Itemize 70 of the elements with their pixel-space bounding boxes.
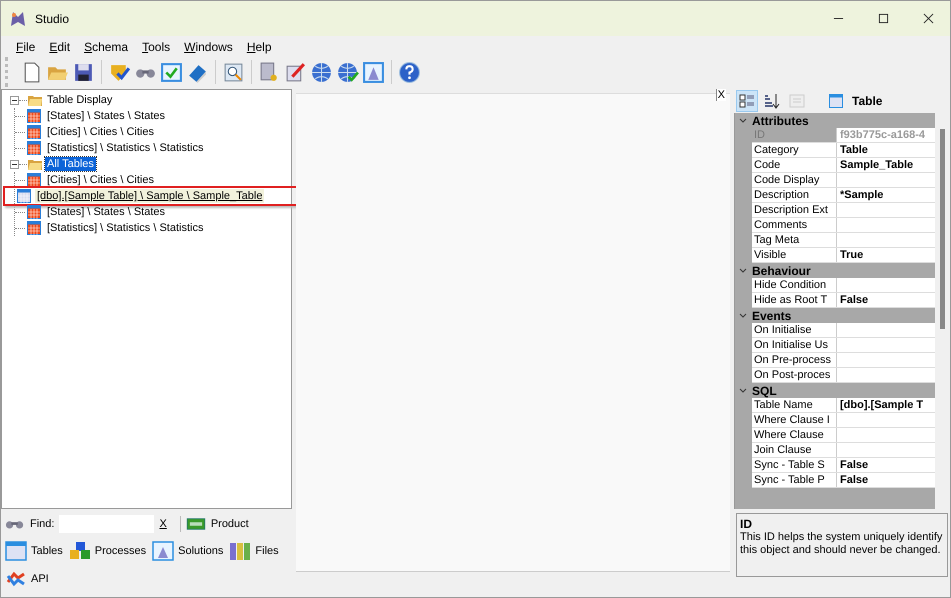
property-name[interactable]: Sync - Table P [752, 473, 837, 487]
property-value[interactable]: [dbo].[Sample T [837, 398, 935, 412]
menu-item[interactable]: Tools [135, 40, 178, 54]
find-label: Find: [30, 518, 54, 530]
property-name[interactable]: Visible [752, 248, 837, 262]
product-icon [186, 517, 206, 531]
collapse-toggle[interactable] [10, 96, 19, 104]
chevron-icon[interactable] [738, 116, 748, 126]
clear-button[interactable]: X [159, 518, 167, 530]
table-icon [5, 541, 27, 561]
nav-link[interactable]: Tables [31, 545, 63, 557]
menu-item[interactable]: File [9, 40, 42, 54]
nav-link[interactable]: Files [255, 545, 279, 557]
window-title: Studio [35, 12, 70, 26]
property-value[interactable]: False [837, 473, 935, 487]
checkbox-window-icon[interactable] [160, 60, 183, 84]
property-value[interactable]: Table [837, 143, 935, 157]
category-header: Behaviour [752, 264, 811, 278]
cubes-icon [68, 541, 91, 561]
menu-item[interactable]: Edit [42, 40, 78, 54]
categorized-view-button[interactable] [736, 90, 758, 112]
object-type-label: Table [852, 94, 882, 108]
property-name[interactable]: Hide as Root T [752, 293, 837, 307]
property-name[interactable]: Table Name [752, 398, 837, 412]
property-value[interactable]: Sample_Table [837, 158, 935, 172]
tree-item[interactable]: Table Display [45, 93, 114, 107]
tree-item[interactable]: [Cities] \ Cities \ Cities [45, 125, 156, 139]
help-icon[interactable] [398, 60, 421, 84]
tree-item[interactable]: [Statistics] \ Statistics \ Statistics [45, 221, 206, 235]
magnifier-document-icon[interactable] [222, 60, 245, 84]
pencil-document-icon[interactable] [284, 60, 307, 84]
product-link[interactable]: Product [210, 518, 249, 530]
help-text: This ID helps the system uniquely identify this object and should never be changed. [740, 531, 944, 557]
tree-item[interactable]: [Cities] \ Cities \ Cities [45, 173, 156, 187]
chevron-icon[interactable] [738, 266, 748, 276]
scrollbar-thumb[interactable] [940, 129, 945, 329]
globe-check-icon[interactable] [336, 60, 359, 84]
nav-link[interactable]: Solutions [178, 545, 224, 557]
globe-icon[interactable] [310, 60, 333, 84]
property-value[interactable]: True [837, 248, 935, 262]
close-button[interactable]: X [716, 89, 726, 101]
tree-item[interactable]: [States] \ States \ States [45, 205, 168, 219]
chevron-icon[interactable] [738, 310, 748, 320]
tree-item[interactable]: [States] \ States \ States [45, 109, 168, 123]
table-icon [829, 94, 843, 108]
menu-item[interactable]: Help [240, 40, 278, 54]
property-name[interactable]: Sync - Table S [752, 458, 837, 472]
menu-item[interactable]: Schema [77, 40, 136, 54]
tree-item[interactable]: [dbo].[Sample Table] \ Sample \ Sample_Table [35, 189, 264, 203]
property-name[interactable]: Description [752, 188, 837, 202]
app-logo-icon [10, 10, 26, 26]
tree-item[interactable]: All Tables [45, 157, 96, 171]
chevron-icon[interactable] [738, 386, 748, 396]
property-name[interactable]: Category [752, 143, 837, 157]
menu-item[interactable]: Windows [177, 40, 240, 54]
property-name[interactable]: Code [752, 158, 837, 172]
property-value[interactable]: *Sample [837, 188, 935, 202]
property-value[interactable]: False [837, 293, 935, 307]
collapse-toggle[interactable] [10, 160, 19, 168]
maximize-icon[interactable] [878, 13, 889, 24]
nav-link[interactable]: Processes [94, 545, 146, 557]
property-value[interactable]: False [837, 458, 935, 472]
nav-link[interactable]: API [31, 573, 49, 585]
category-header: Events [752, 308, 792, 322]
binders-icon [229, 541, 252, 561]
category-header: SQL [752, 384, 777, 398]
tree-item[interactable]: [Statistics] \ Statistics \ Statistics [45, 141, 206, 155]
help-title: ID [740, 517, 753, 531]
close-icon[interactable] [923, 13, 934, 24]
category-header: Attributes [752, 114, 809, 128]
